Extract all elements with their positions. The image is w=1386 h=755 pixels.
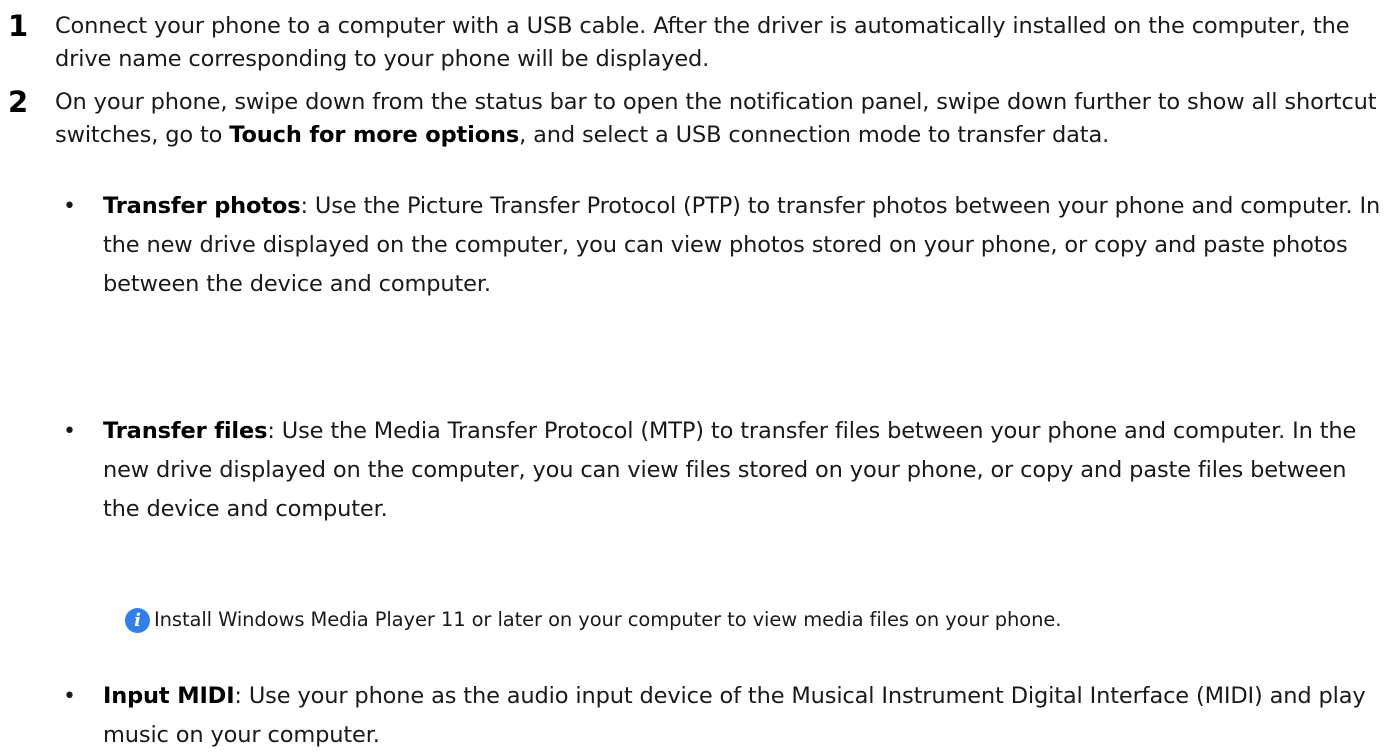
option-title: Input MIDI: [103, 683, 235, 709]
option-title: Transfer files: [103, 418, 268, 444]
option-text: Transfer photos: Use the Picture Transfe…: [103, 187, 1383, 304]
step-emphasis: Touch for more options: [229, 122, 520, 148]
step-number: 2: [8, 85, 29, 119]
document-page: 1 Connect your phone to a computer with …: [0, 0, 1386, 753]
step-text: Connect your phone to a computer with a …: [55, 13, 1350, 72]
step-text-part: , and select a USB connection mode to tr…: [519, 122, 1110, 148]
info-icon: i: [125, 608, 150, 633]
option-description: : Use your phone as the audio input devi…: [103, 683, 1366, 748]
step-number: 1: [8, 9, 29, 43]
option-text: Input MIDI: Use your phone as the audio …: [103, 677, 1383, 755]
bullet-icon: •: [63, 194, 76, 219]
option-description: : Use the Media Transfer Protocol (MTP) …: [103, 418, 1357, 522]
option-title: Transfer photos: [103, 193, 301, 219]
step-text: On your phone, swipe down from the statu…: [55, 86, 1380, 152]
bullet-icon: •: [63, 684, 76, 709]
option-text: Transfer files: Use the Media Transfer P…: [103, 412, 1383, 529]
note-text: Install Windows Media Player 11 or later…: [154, 608, 1062, 631]
bullet-icon: •: [63, 419, 76, 444]
